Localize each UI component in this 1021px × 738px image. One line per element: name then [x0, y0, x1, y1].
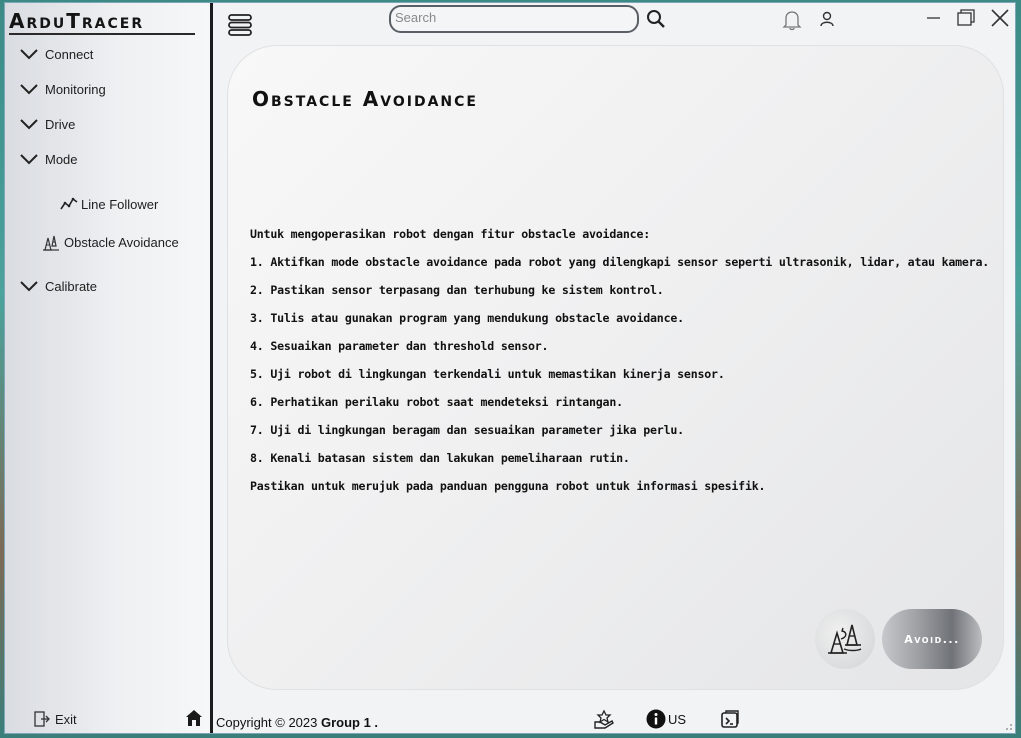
search-icon[interactable] — [646, 9, 666, 29]
instructions-intro: Untuk mengoperasikan robot dengan fitur … — [250, 227, 651, 241]
sidebar-subitem-line-follower[interactable]: Line Follower — [60, 193, 158, 215]
sidebar-item-calibrate[interactable]: Calibrate — [19, 274, 97, 298]
instructions-closing: Pastikan untuk merujuk pada panduan peng… — [250, 479, 766, 493]
chevron-down-icon — [20, 281, 38, 292]
resize-grip-icon[interactable] — [1003, 721, 1013, 731]
document-icon[interactable] — [719, 708, 741, 730]
page-title: Obstacle Avoidance — [252, 87, 478, 111]
group-name: Group 1 . — [320, 715, 379, 730]
home-icon[interactable] — [184, 708, 204, 728]
exit-button[interactable]: Exit — [33, 708, 77, 730]
topbar — [216, 3, 1015, 43]
hamburger-menu-icon[interactable] — [228, 13, 252, 37]
instruction-step: 1. Aktifkan mode obstacle avoidance pada… — [250, 255, 990, 269]
app-logo: ArduTracer — [9, 9, 195, 35]
instruction-step: 8. Kenali batasan sistem dan lakukan pem… — [250, 451, 630, 465]
sidebar: ArduTracer Connect Monitoring Drive Mode… — [5, 3, 213, 733]
main-panel: Obstacle Avoidance Untuk mengoperasikan … — [227, 45, 1004, 690]
footer-copyright: Copyright © 2023 Group 1 . — [216, 715, 378, 730]
chevron-down-icon — [20, 119, 38, 130]
sidebar-item-label: Drive — [45, 116, 76, 132]
app-window: ArduTracer Connect Monitoring Drive Mode… — [4, 2, 1016, 734]
chevron-down-icon — [20, 49, 38, 60]
sidebar-item-mode[interactable]: Mode — [19, 147, 78, 171]
user-icon[interactable] — [818, 10, 836, 28]
sidebar-item-monitoring[interactable]: Monitoring — [19, 77, 106, 101]
exit-icon — [34, 711, 50, 727]
sidebar-subitem-label: Line Follower — [81, 196, 159, 212]
exit-label: Exit — [55, 711, 77, 727]
line-chart-icon — [60, 197, 78, 210]
traffic-cones-icon — [43, 235, 59, 251]
sidebar-item-label: Calibrate — [45, 278, 98, 294]
copyright-text: Copyright © 2023 — [216, 715, 321, 730]
info-us-label: US — [668, 711, 687, 727]
sidebar-subitem-label: Obstacle Avoidance — [64, 234, 179, 250]
close-icon[interactable] — [988, 7, 1012, 29]
sidebar-item-drive[interactable]: Drive — [19, 112, 75, 136]
instruction-step: 6. Perhatikan perilaku robot saat mendet… — [250, 395, 623, 409]
instruction-step: 5. Uji robot di lingkungan terkendali un… — [250, 367, 725, 381]
restore-icon[interactable] — [954, 7, 978, 29]
avoid-button[interactable]: Avoid... — [882, 609, 982, 669]
sidebar-item-label: Monitoring — [45, 81, 106, 97]
sidebar-subitem-obstacle-avoidance[interactable]: Obstacle Avoidance — [41, 231, 179, 253]
chevron-down-icon — [20, 84, 38, 95]
chevron-down-icon — [20, 154, 38, 165]
info-us-button[interactable]: US — [646, 708, 686, 730]
sidebar-item-connect[interactable]: Connect — [19, 42, 93, 66]
obstacle-mode-button[interactable] — [815, 609, 875, 669]
traffic-cones-icon — [828, 624, 862, 654]
instruction-step: 7. Uji di lingkungan beragam dan sesuaik… — [250, 423, 684, 437]
donate-hand-icon[interactable] — [593, 708, 615, 730]
info-icon — [646, 709, 666, 729]
instruction-step: 2. Pastikan sensor terpasang dan terhubu… — [250, 283, 664, 297]
instruction-step: 3. Tulis atau gunakan program yang mendu… — [250, 311, 684, 325]
sidebar-item-label: Mode — [45, 151, 78, 167]
minimize-icon[interactable] — [921, 7, 945, 29]
search-input[interactable] — [389, 5, 639, 33]
sidebar-item-label: Connect — [45, 46, 94, 62]
bell-icon[interactable] — [782, 9, 802, 31]
instruction-step: 4. Sesuaikan parameter dan threshold sen… — [250, 339, 549, 353]
